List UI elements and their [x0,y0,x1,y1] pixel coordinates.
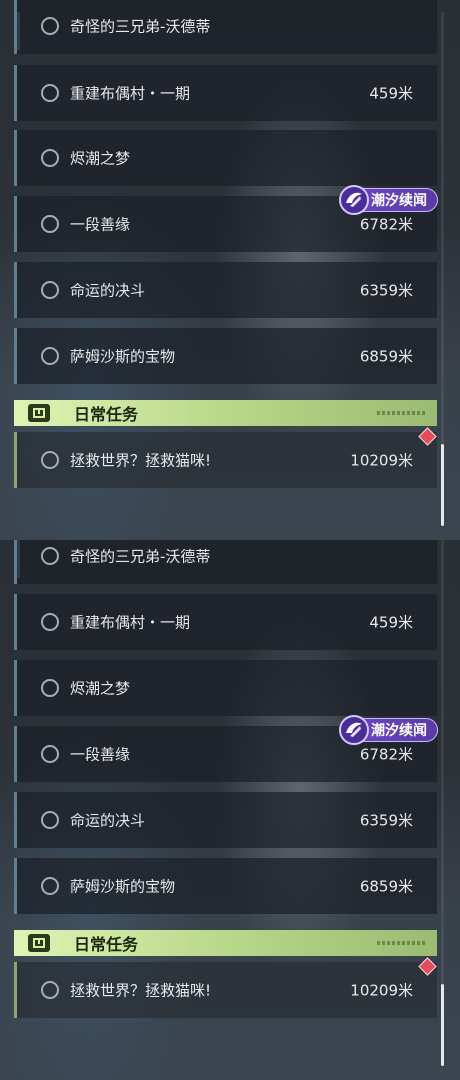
quest-status-circle-icon [41,215,59,233]
quest-name: 一段善缘 [70,215,131,234]
quest-name: 烬潮之梦 [70,149,131,168]
header-decoration [377,941,427,945]
quest-distance: 6359米 [359,811,413,830]
quest-status-circle-icon [41,149,59,167]
quest-name: 烬潮之梦 [70,679,131,698]
quest-name: 命运的决斗 [70,811,146,830]
event-badge-label: 潮汐续闻 [371,193,427,209]
exclamation-icon [28,404,50,422]
quest-item[interactable]: 重建布偶村・一期 459米 [14,65,437,121]
quest-item[interactable]: 重建布偶村・一期 459米 [14,594,437,650]
quest-status-circle-icon [41,679,59,697]
quest-name: 奇怪的三兄弟-沃德蒂 [70,17,211,36]
quest-distance: 6782米 [359,215,413,234]
quest-distance: 459米 [369,84,413,103]
quest-name: 命运的决斗 [70,281,146,300]
quest-name: 拯救世界？拯救猫咪! [70,451,212,470]
daily-quest-title: 日常任务 [74,405,139,424]
quest-distance: 10209米 [350,451,413,470]
tide-emblem-icon [339,715,369,745]
quest-name: 萨姆沙斯的宝物 [70,347,176,366]
quest-status-circle-icon [41,347,59,365]
quest-status-circle-icon [41,17,59,35]
daily-quest-header: 日常任务 [14,930,437,956]
quest-name: 重建布偶村・一期 [70,84,191,103]
quest-distance: 6859米 [359,347,413,366]
scrollbar-thumb[interactable] [441,984,444,1066]
quest-distance: 10209米 [350,981,413,1000]
quest-item[interactable]: 烬潮之梦 [14,130,437,186]
quest-name: 重建布偶村・一期 [70,613,191,632]
quest-list-panel: 奇怪的三兄弟-沃德蒂 重建布偶村・一期 459米 烬潮之梦 一段善缘 6782米… [0,540,460,1080]
quest-status-circle-icon [41,547,59,565]
quest-status-circle-icon [41,745,59,763]
quest-status-circle-icon [41,811,59,829]
quest-status-circle-icon [41,451,59,469]
quest-item[interactable]: 萨姆沙斯的宝物 6859米 [14,328,437,384]
quest-item[interactable]: 命运的决斗 6359米 [14,262,437,318]
exclamation-icon [28,934,50,952]
quest-status-circle-icon [41,981,59,999]
quest-item[interactable]: 萨姆沙斯的宝物 6859米 [14,858,437,914]
daily-quest-title: 日常任务 [74,935,139,954]
quest-status-circle-icon [41,613,59,631]
event-badge: 潮汐续闻 [339,185,438,215]
quest-name: 一段善缘 [70,745,131,764]
quest-item[interactable]: 奇怪的三兄弟-沃德蒂 [14,0,437,54]
tide-emblem-icon [339,185,369,215]
quest-item[interactable]: 命运的决斗 6359米 [14,792,437,848]
daily-quest-item[interactable]: 拯救世界？拯救猫咪! 10209米 [14,432,437,488]
quest-distance: 459米 [369,613,413,632]
quest-status-circle-icon [41,281,59,299]
quest-distance: 6782米 [359,745,413,764]
quest-item[interactable]: 奇怪的三兄弟-沃德蒂 [14,540,437,584]
quest-distance: 6359米 [359,281,413,300]
quest-name: 拯救世界？拯救猫咪! [70,981,212,1000]
daily-quest-item[interactable]: 拯救世界？拯救猫咪! 10209米 [14,962,437,1018]
daily-quest-header: 日常任务 [14,400,437,426]
event-badge-label: 潮汐续闻 [371,723,427,739]
quest-item[interactable]: 烬潮之梦 [14,660,437,716]
quest-status-circle-icon [41,877,59,895]
scrollbar-thumb[interactable] [441,444,444,526]
quest-list-panel: 奇怪的三兄弟-沃德蒂 重建布偶村・一期 459米 烬潮之梦 一段善缘 6782米… [0,0,460,540]
quest-name: 萨姆沙斯的宝物 [70,877,176,896]
quest-distance: 6859米 [359,877,413,896]
quest-status-circle-icon [41,84,59,102]
header-decoration [377,411,427,415]
quest-name: 奇怪的三兄弟-沃德蒂 [70,547,211,566]
event-badge: 潮汐续闻 [339,715,438,745]
